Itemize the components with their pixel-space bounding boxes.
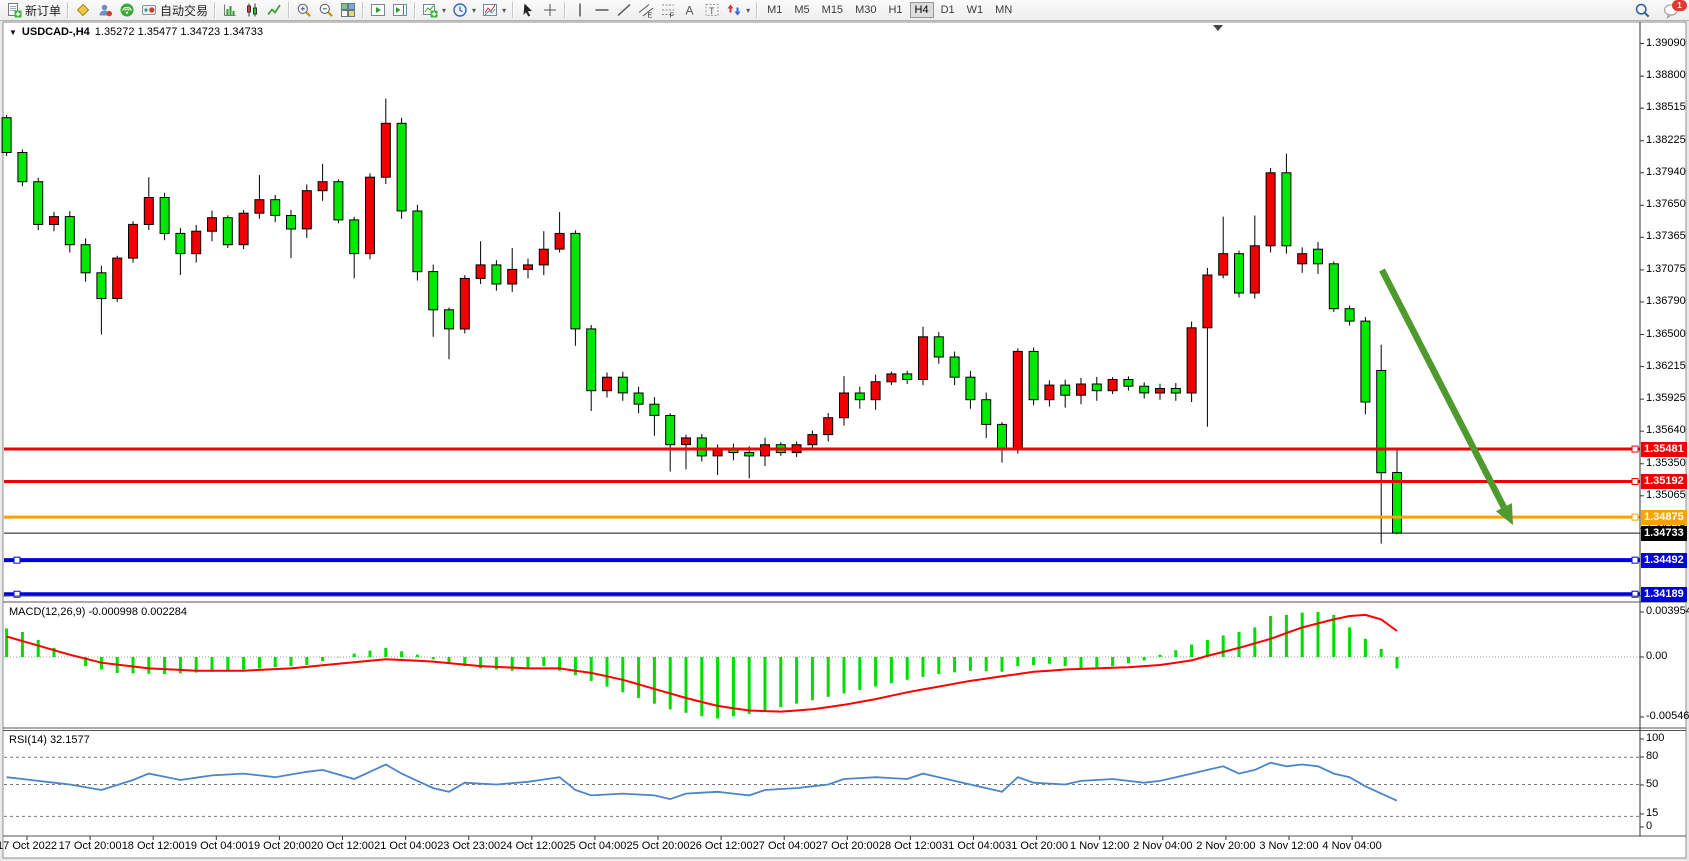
chart-background — [3, 22, 1686, 858]
line-handle[interactable] — [1632, 446, 1638, 452]
price-badge-1.34492: 1.34492 — [1641, 553, 1687, 568]
price-tick-label: 1.39090 — [1646, 37, 1686, 49]
macd-axis-label: 0.003954 — [1646, 605, 1689, 617]
price-badge-1.34875: 1.34875 — [1641, 510, 1687, 525]
price-tick-label: 1.35350 — [1646, 457, 1686, 469]
macd-axis-label: 0.00 — [1646, 650, 1667, 662]
time-label: 19 Oct 04:00 — [185, 840, 248, 852]
price-tick-label: 1.36215 — [1646, 360, 1686, 372]
time-label: 17 Oct 2022 — [0, 840, 57, 852]
price-badge-1.35481: 1.35481 — [1641, 442, 1687, 457]
time-label: 27 Oct 04:00 — [753, 840, 816, 852]
rsi-axis-label: 100 — [1646, 732, 1664, 744]
rsi-axis-label: 0 — [1646, 820, 1652, 832]
time-label: 27 Oct 20:00 — [816, 840, 879, 852]
macd-axis-label: -0.005464 — [1646, 710, 1689, 722]
price-badge-1.35192: 1.35192 — [1641, 474, 1687, 489]
line-handle[interactable] — [1632, 514, 1638, 520]
symbol-title: USDCAD-,H4 — [22, 26, 90, 38]
rsi-axis-label: 15 — [1646, 807, 1658, 819]
rsi-axis-label: 50 — [1646, 778, 1658, 790]
time-label: 23 Oct 23:00 — [437, 840, 500, 852]
time-label: 1 Nov 12:00 — [1070, 840, 1129, 852]
price-tick-label: 1.38225 — [1646, 134, 1686, 146]
rsi-label: RSI(14) 32.1577 — [9, 734, 90, 746]
time-label: 25 Oct 04:00 — [563, 840, 626, 852]
time-label: 20 Oct 12:00 — [311, 840, 374, 852]
time-label: 26 Oct 12:00 — [690, 840, 753, 852]
price-tick-label: 1.36500 — [1646, 328, 1686, 340]
time-label: 24 Oct 12:00 — [500, 840, 563, 852]
macd-label: MACD(12,26,9) -0.000998 0.002284 — [9, 606, 187, 618]
symbol-line: ▼ USDCAD-,H4 1.35272 1.35477 1.34723 1.3… — [9, 26, 263, 38]
line-handle[interactable] — [1632, 479, 1638, 485]
price-tick-label: 1.37940 — [1646, 166, 1686, 178]
line-handle[interactable] — [1632, 557, 1638, 563]
time-label: 25 Oct 20:00 — [627, 840, 690, 852]
price-tick-label: 1.35640 — [1646, 424, 1686, 436]
time-label: 17 Oct 20:00 — [59, 840, 122, 852]
price-badge-1.34189: 1.34189 — [1641, 587, 1687, 602]
time-label: 31 Oct 20:00 — [1005, 840, 1068, 852]
current-price-badge: 1.34733 — [1641, 526, 1687, 541]
price-tick-label: 1.38515 — [1646, 101, 1686, 113]
mt4-window: 新订单自动交易▾▾▾EFAT▾M1M5M15M30H1H4D1W1MN1 ▼ U… — [0, 0, 1689, 861]
ohlc-values: 1.35272 1.35477 1.34723 1.34733 — [95, 26, 263, 38]
time-label: 3 Nov 12:00 — [1259, 840, 1318, 852]
symbol-dropdown-icon[interactable]: ▼ — [9, 28, 17, 37]
time-label: 2 Nov 04:00 — [1133, 840, 1192, 852]
time-label: 18 Oct 12:00 — [122, 840, 185, 852]
price-tick-label: 1.36790 — [1646, 295, 1686, 307]
time-label: 19 Oct 20:00 — [248, 840, 311, 852]
time-label: 4 Nov 04:00 — [1322, 840, 1381, 852]
price-tick-label: 1.35065 — [1646, 489, 1686, 501]
time-label: 31 Oct 04:00 — [942, 840, 1005, 852]
time-label: 2 Nov 20:00 — [1196, 840, 1255, 852]
time-label: 28 Oct 12:00 — [879, 840, 942, 852]
price-tick-label: 1.37650 — [1646, 198, 1686, 210]
line-handle[interactable] — [14, 557, 20, 563]
time-label: 21 Oct 04:00 — [374, 840, 437, 852]
price-tick-label: 1.37365 — [1646, 230, 1686, 242]
rsi-axis-label: 80 — [1646, 750, 1658, 762]
price-tick-label: 1.35925 — [1646, 392, 1686, 404]
price-tick-label: 1.37075 — [1646, 263, 1686, 275]
plot-area[interactable] — [0, 0, 1689, 861]
price-tick-label: 1.38800 — [1646, 69, 1686, 81]
